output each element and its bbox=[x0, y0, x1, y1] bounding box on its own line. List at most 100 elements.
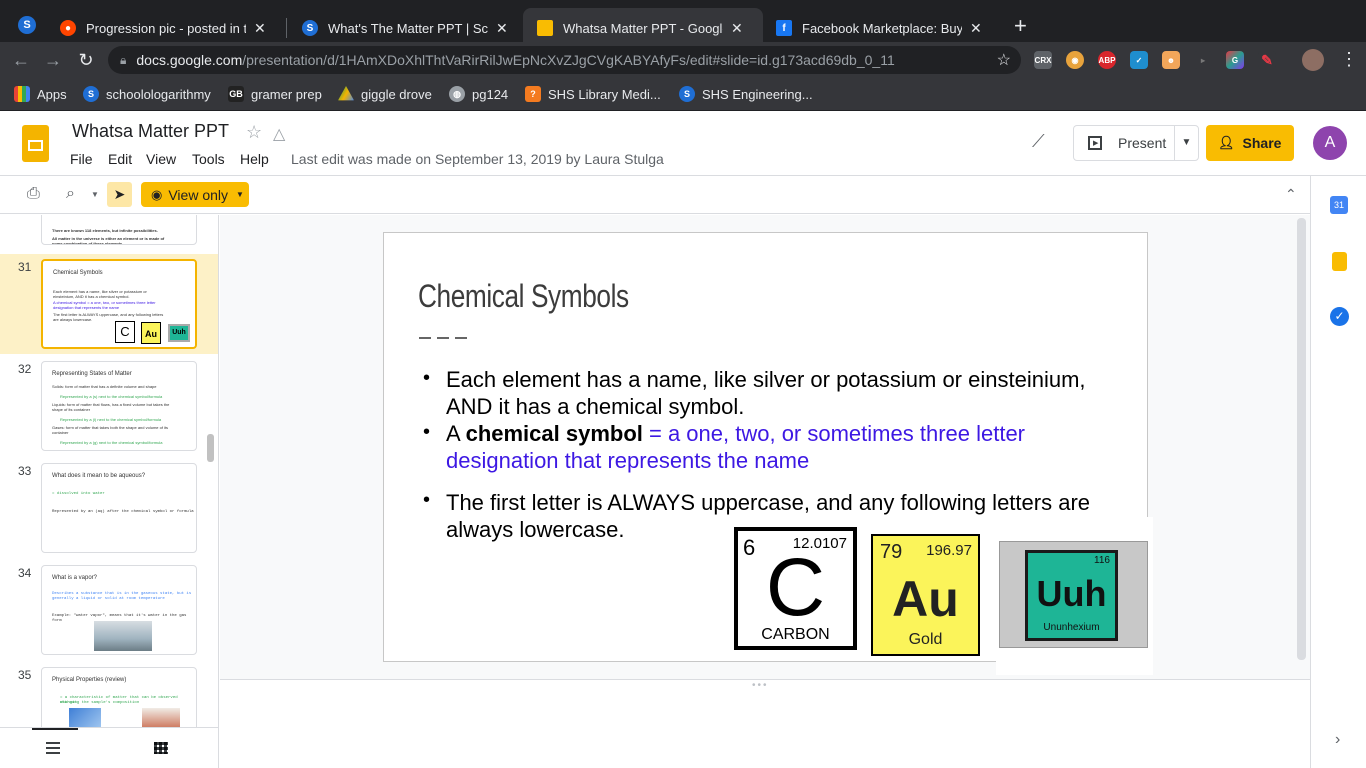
tab-search-icon[interactable]: S bbox=[18, 16, 36, 34]
back-icon[interactable]: ← bbox=[10, 49, 32, 71]
move-to-drive-icon[interactable]: △ bbox=[273, 124, 285, 144]
activity-trend-icon[interactable]: ⟋ bbox=[1032, 131, 1045, 152]
eye-icon: ◉ bbox=[151, 186, 163, 202]
profile-photo-icon[interactable] bbox=[1302, 49, 1324, 71]
zoom-dropdown-icon[interactable]: ▼ bbox=[91, 190, 99, 199]
side-panel: 31 ✓ › bbox=[1310, 176, 1366, 768]
menu-view[interactable]: View bbox=[146, 151, 176, 167]
select-cursor-icon[interactable]: ➤ bbox=[107, 182, 132, 207]
slide-thumbnail[interactable]: What does it mean to be aqueous? = disso… bbox=[41, 463, 197, 553]
title-divider bbox=[419, 337, 467, 339]
bookmark-giggle-drove[interactable]: giggle drove bbox=[338, 85, 432, 103]
slide-thumbnail[interactable]: Physical Properties (review) = a charact… bbox=[41, 667, 197, 727]
lock-icon: 🔒︎ bbox=[120, 52, 127, 67]
bookmark-star-icon[interactable]: ☆ bbox=[997, 50, 1011, 70]
element-symbol: Au bbox=[892, 571, 959, 627]
bullet-dot: • bbox=[423, 421, 431, 443]
vapor-photo bbox=[94, 621, 152, 651]
present-dropdown-icon[interactable]: ▼ bbox=[1174, 126, 1198, 160]
filmstrip-row-selected[interactable]: 31 Chemical Symbols Each element has a n… bbox=[0, 254, 218, 354]
forward-icon[interactable]: → bbox=[42, 49, 64, 71]
keep-icon[interactable] bbox=[1332, 252, 1347, 271]
ununhexium-element-tile: 116 Uuh Ununhexium bbox=[996, 517, 1153, 675]
last-edit-link[interactable]: Last edit was made on September 13, 2019… bbox=[291, 151, 664, 167]
library-icon: ? bbox=[525, 86, 541, 102]
canvas-scrollbar[interactable] bbox=[1297, 218, 1306, 660]
filmstrip-row[interactable]: 34 What is a vapor? Describes a substanc… bbox=[0, 560, 218, 660]
notes-resize-handle[interactable]: ••• bbox=[752, 680, 769, 691]
bullet-2: A chemical symbol = a one, two, or somet… bbox=[446, 421, 1026, 473]
filmstrip-row[interactable]: 32 Representing States of Matter Solids:… bbox=[0, 356, 218, 456]
bookmark-schoolologarithmy[interactable]: S schoolologarithmy bbox=[83, 85, 211, 103]
present-button[interactable]: ▶ Present ▼ bbox=[1073, 125, 1199, 161]
owl-extension-icon[interactable]: ◉ bbox=[1066, 51, 1084, 69]
close-tab-icon[interactable]: ✕ bbox=[970, 20, 982, 37]
slide-number: 33 bbox=[18, 464, 32, 478]
url-host: docs.google.com bbox=[136, 52, 243, 68]
view-only-button[interactable]: ◉ View only ▼ bbox=[141, 182, 249, 207]
present-icon: ▶ bbox=[1088, 136, 1102, 150]
close-tab-icon[interactable]: ✕ bbox=[254, 20, 266, 37]
grid-view-icon[interactable] bbox=[154, 742, 168, 754]
zoom-icon[interactable]: ⌕ bbox=[66, 185, 75, 203]
new-tab-icon[interactable]: + bbox=[1014, 13, 1027, 39]
bookmark-gramer-prep[interactable]: GB gramer prep bbox=[228, 85, 322, 103]
element-symbol: C bbox=[765, 542, 826, 633]
adblock-extension-icon[interactable]: ABP bbox=[1098, 51, 1116, 69]
lock-person-icon: 👤︎ bbox=[1218, 135, 1235, 150]
element-name: Gold bbox=[908, 631, 943, 648]
active-view-underline bbox=[32, 728, 78, 730]
facebook-icon: f bbox=[776, 20, 792, 36]
slide-thumbnail[interactable]: Chemical Symbols Each element has a name… bbox=[41, 259, 197, 349]
dark-extension-icon[interactable]: ▸ bbox=[1194, 51, 1212, 69]
bookmark-pg124[interactable]: ◍ pg124 bbox=[449, 85, 508, 103]
pen-extension-icon[interactable]: ✎ bbox=[1258, 51, 1276, 69]
menu-file[interactable]: File bbox=[70, 151, 93, 167]
filmstrip-footer bbox=[0, 727, 219, 768]
thumb-ununhexium-tile: Uuh bbox=[168, 324, 190, 342]
bookmark-shs-engineering[interactable]: S SHS Engineering... bbox=[679, 85, 813, 103]
close-tab-icon[interactable]: ✕ bbox=[496, 20, 508, 37]
bookmark-apps[interactable]: Apps bbox=[14, 85, 67, 103]
tasks-icon[interactable]: ✓ bbox=[1330, 307, 1349, 326]
face-extension-icon[interactable]: ☻ bbox=[1162, 51, 1180, 69]
filmstrip-scrollbar[interactable] bbox=[207, 434, 214, 462]
apps-grid-icon bbox=[14, 86, 30, 102]
beaker-photo bbox=[142, 708, 180, 727]
speaker-notes[interactable]: ••• bbox=[220, 679, 1310, 768]
account-avatar[interactable]: A bbox=[1313, 126, 1347, 160]
menu-tools[interactable]: Tools bbox=[192, 151, 225, 167]
calendar-icon[interactable]: 31 bbox=[1330, 196, 1348, 214]
filmstrip-row[interactable]: 33 What does it mean to be aqueous? = di… bbox=[0, 458, 218, 558]
carbon-element-tile: 6 12.0107 C CARBON bbox=[734, 527, 857, 650]
collapse-toolbar-icon[interactable]: ⌃ bbox=[1285, 186, 1297, 203]
slide-number: 34 bbox=[18, 566, 32, 580]
star-icon[interactable]: ☆ bbox=[246, 122, 262, 143]
schoology-icon: S bbox=[83, 86, 99, 102]
list-view-icon[interactable] bbox=[46, 742, 60, 754]
thumb-gold-tile: Au bbox=[141, 322, 161, 344]
bookmark-shs-library[interactable]: ? SHS Library Medi... bbox=[525, 85, 661, 103]
thumb-carbon-tile: C bbox=[115, 321, 135, 343]
crx-extension-icon[interactable]: CRX bbox=[1034, 51, 1052, 69]
slide-number: 31 bbox=[18, 260, 32, 274]
doc-title[interactable]: Whatsa Matter PPT bbox=[72, 121, 229, 142]
menu-edit[interactable]: Edit bbox=[108, 151, 132, 167]
slide-thumbnail[interactable]: There are known 118 elements, but infini… bbox=[41, 215, 197, 245]
address-bar[interactable]: 🔒︎ docs.google.com/presentation/d/1HAmXD… bbox=[108, 46, 1021, 74]
tasks-extension-icon[interactable]: ✓ bbox=[1130, 51, 1148, 69]
filmstrip-row[interactable]: 35 Physical Properties (review) = a char… bbox=[0, 662, 218, 727]
slide-thumbnail[interactable]: Representing States of Matter Solids: fo… bbox=[41, 361, 197, 451]
reload-icon[interactable]: ↻ bbox=[75, 49, 97, 71]
expand-panel-icon[interactable]: › bbox=[1335, 731, 1340, 749]
schoology-icon: S bbox=[302, 20, 318, 36]
close-tab-icon[interactable]: ✕ bbox=[731, 20, 743, 37]
print-icon[interactable]: ⎙ bbox=[27, 185, 40, 203]
schoology-icon: S bbox=[679, 86, 695, 102]
browser-menu-icon[interactable]: ⋮ bbox=[1340, 49, 1358, 70]
slide-thumbnail[interactable]: What is a vapor? Describes a substance t… bbox=[41, 565, 197, 655]
menu-help[interactable]: Help bbox=[240, 151, 269, 167]
color-extension-icon[interactable]: G bbox=[1226, 51, 1244, 69]
share-button[interactable]: 👤︎ Share bbox=[1206, 125, 1294, 161]
google-slides-logo-icon[interactable] bbox=[22, 125, 49, 162]
